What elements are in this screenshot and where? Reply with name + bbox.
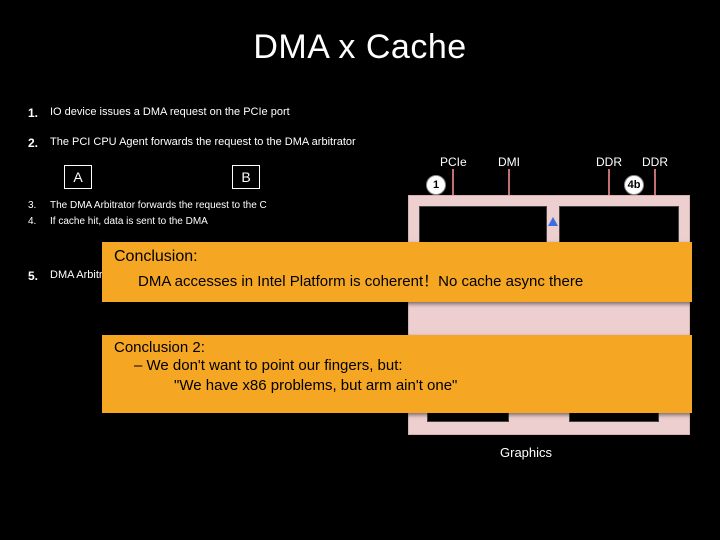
port-label-ddr: DDR	[596, 155, 622, 169]
step-number: 2.	[28, 135, 50, 151]
slide-title: DMA x Cache	[0, 0, 720, 67]
conclusion-overlay-2: Conclusion 2: – We don't want to point o…	[102, 335, 692, 413]
option-a-box: A	[64, 165, 92, 189]
badge-step-1: 1	[426, 175, 446, 195]
step-number: 1.	[28, 105, 50, 121]
step-number: 3.	[28, 199, 50, 212]
port-label-pcie: PCIe	[440, 155, 467, 169]
step-text: The DMA Arbitrator forwards the request …	[50, 199, 408, 212]
step-1: 1. IO device issues a DMA request on the…	[28, 105, 408, 121]
overlay-line: "We have x86 problems, but arm ain't one…	[114, 376, 680, 396]
step-number: 4.	[28, 215, 50, 228]
port-label-dmi: DMI	[498, 155, 520, 169]
step-text: IO device issues a DMA request on the PC…	[50, 105, 408, 121]
architecture-diagram: PCIe DMI DDR DDR 1 4b Graphics	[408, 155, 698, 475]
arrow-up-icon	[548, 217, 558, 226]
badge-step-4b: 4b	[624, 175, 644, 195]
step-number: 5.	[28, 268, 50, 284]
overlay-heading: Conclusion:	[114, 248, 680, 266]
step-text: If cache hit, data is sent to the DMA	[50, 215, 408, 228]
step-2: 2. The PCI CPU Agent forwards the reques…	[28, 135, 408, 151]
conclusion-overlay-1: Conclusion: DMA accesses in Intel Platfo…	[102, 242, 692, 302]
overlay-heading: Conclusion 2:	[114, 339, 680, 356]
port-label-ddr: DDR	[642, 155, 668, 169]
step-4: 4. If cache hit, data is sent to the DMA	[28, 215, 408, 228]
substeps: 3. The DMA Arbitrator forwards the reque…	[28, 199, 408, 228]
step-3: 3. The DMA Arbitrator forwards the reque…	[28, 199, 408, 212]
step-text: The PCI CPU Agent forwards the request t…	[50, 135, 408, 151]
overlay-body: DMA accesses in Intel Platform is cohere…	[114, 266, 680, 291]
graphics-label: Graphics	[500, 445, 552, 460]
overlay-line: – We don't want to point our fingers, bu…	[114, 356, 680, 376]
option-b-box: B	[232, 165, 260, 189]
option-row: A B	[64, 165, 408, 189]
